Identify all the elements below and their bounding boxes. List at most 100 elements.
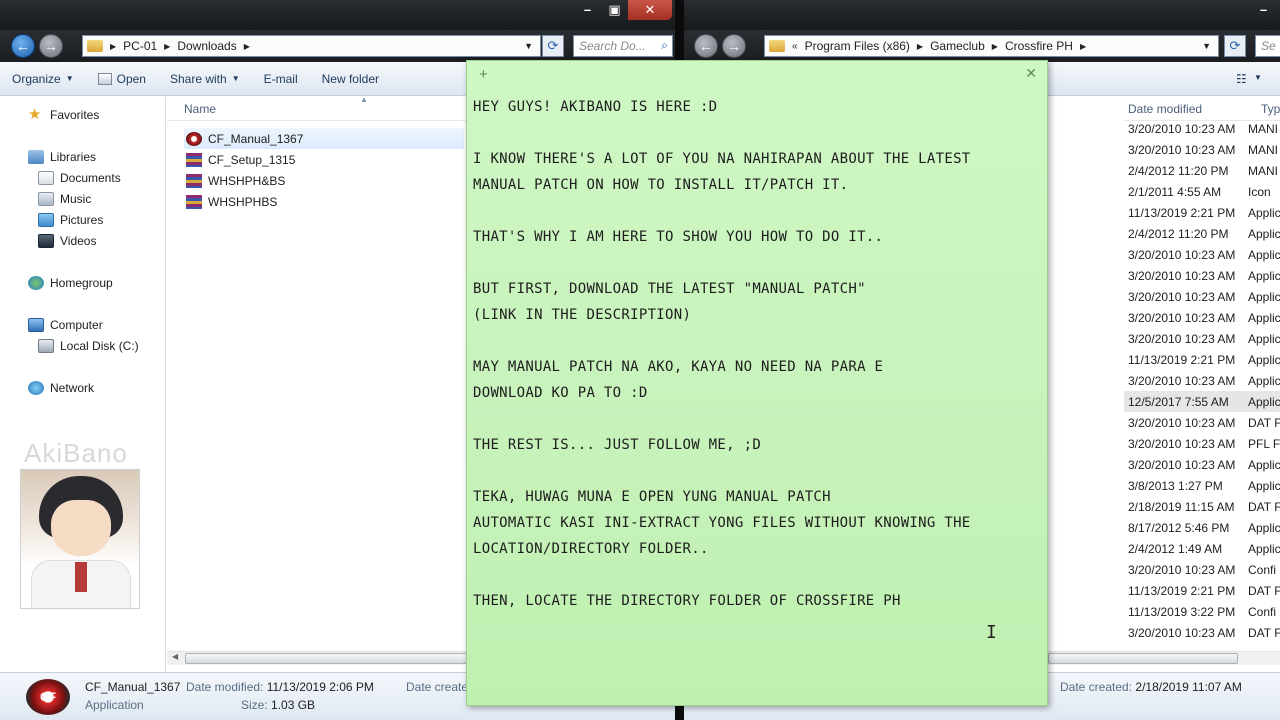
table-row[interactable]: 3/20/2010 10:23 AM Applic xyxy=(1124,244,1280,265)
minimize-icon[interactable]: – xyxy=(574,0,601,20)
table-row[interactable]: 2/4/2012 1:49 AM Applic xyxy=(1124,538,1280,559)
table-row[interactable]: 3/20/2010 10:23 AM Applic xyxy=(1124,454,1280,475)
back-button[interactable]: ← xyxy=(694,34,718,58)
caption-buttons: – xyxy=(1250,0,1277,20)
scroll-left-icon[interactable]: ◀ xyxy=(172,652,178,661)
minimize-icon[interactable]: – xyxy=(1250,0,1277,20)
organize-button[interactable]: Organize ▼ xyxy=(0,72,86,86)
email-button[interactable]: E-mail xyxy=(252,72,310,86)
nav-favorites[interactable]: ★ Favorites xyxy=(28,107,99,122)
table-row[interactable]: 3/20/2010 10:23 AM Applic xyxy=(1124,370,1280,391)
date-modified-cell: 2/4/2012 11:20 PM xyxy=(1128,226,1229,241)
avatar-face xyxy=(51,500,111,556)
breadcrumb-program-files[interactable]: Program Files (x86) xyxy=(805,39,910,53)
open-button[interactable]: Open xyxy=(86,72,158,86)
forward-button[interactable]: → xyxy=(722,34,746,58)
table-row[interactable]: 2/1/2011 4:55 AM Icon xyxy=(1124,181,1280,202)
forward-button[interactable]: → xyxy=(39,34,63,58)
refresh-button[interactable]: ⟳ xyxy=(542,35,564,57)
nav-pictures[interactable]: Pictures xyxy=(38,213,103,227)
breadcrumb-crossfire[interactable]: Crossfire PH xyxy=(1005,39,1073,53)
column-header-name[interactable]: Name xyxy=(167,102,216,116)
table-row[interactable]: 3/20/2010 10:23 AM Applic xyxy=(1124,307,1280,328)
column-header-date[interactable]: Date modified xyxy=(1128,102,1202,116)
table-row[interactable]: 2/18/2019 11:15 AM DAT F xyxy=(1124,496,1280,517)
list-item[interactable]: WHSHPH&BS xyxy=(184,170,464,191)
list-item[interactable]: CF_Setup_1315 xyxy=(184,149,464,170)
type-cell: Applic xyxy=(1248,268,1280,283)
address-bar[interactable]: ▶ PC-01 ▶ Downloads ▶ ▼ xyxy=(82,35,541,57)
caret-down-icon[interactable]: ▼ xyxy=(1254,73,1262,82)
nav-computer[interactable]: Computer xyxy=(28,318,103,332)
sticky-note[interactable]: + ✕ HEY GUYS! AKIBANO IS HERE :D I KNOW T… xyxy=(466,60,1048,706)
email-label: E-mail xyxy=(263,71,298,86)
winrar-archive-icon xyxy=(186,152,202,167)
table-row[interactable]: 11/13/2019 3:22 PM Confi xyxy=(1124,601,1280,622)
nav-music[interactable]: Music xyxy=(38,192,91,206)
table-row[interactable]: 3/20/2010 10:23 AM Applic xyxy=(1124,265,1280,286)
share-with-button[interactable]: Share with ▼ xyxy=(158,72,252,86)
chevron-down-icon[interactable]: ▼ xyxy=(524,41,533,51)
horizontal-scrollbar[interactable]: ◀ xyxy=(167,651,467,665)
nav-libraries[interactable]: Libraries xyxy=(28,150,96,164)
note-line xyxy=(473,328,1043,354)
table-row[interactable]: 11/13/2019 2:21 PM Applic xyxy=(1124,349,1280,370)
table-row[interactable]: 3/20/2010 10:23 AM Applic xyxy=(1124,328,1280,349)
table-row[interactable]: 3/20/2010 10:23 AM DAT F xyxy=(1124,412,1280,433)
table-row[interactable]: 12/5/2017 7:55 AM Applic xyxy=(1124,391,1280,412)
table-row[interactable]: 3/8/2013 1:27 PM Applic xyxy=(1124,475,1280,496)
view-options-icon[interactable]: ☷ xyxy=(1236,72,1247,86)
sticky-note-header: + ✕ xyxy=(467,61,1047,87)
list-item[interactable]: CF_Manual_1367 xyxy=(184,128,464,149)
breadcrumb-gameclub[interactable]: Gameclub xyxy=(930,39,985,53)
note-line xyxy=(473,250,1043,276)
chevron-down-icon[interactable]: ▼ xyxy=(1202,41,1211,51)
table-row[interactable]: 2/4/2012 11:20 PM MANI xyxy=(1124,160,1280,181)
horizontal-scrollbar[interactable] xyxy=(1048,651,1280,665)
close-icon[interactable]: ✕ xyxy=(1025,65,1037,82)
maximize-icon[interactable]: ▣ xyxy=(601,0,628,20)
scrollbar-thumb[interactable] xyxy=(185,653,467,664)
nav-label: Computer xyxy=(50,318,103,332)
disk-icon xyxy=(38,339,54,353)
table-row[interactable]: 3/20/2010 10:23 AM MANI xyxy=(1124,118,1280,139)
search-input[interactable]: Se xyxy=(1255,35,1280,57)
column-header-type[interactable]: Type xyxy=(1261,102,1280,116)
table-row[interactable]: 3/20/2010 10:23 AM MANI xyxy=(1124,139,1280,160)
add-note-icon[interactable]: + xyxy=(479,66,488,83)
homegroup-icon xyxy=(28,276,44,290)
table-row[interactable]: 11/13/2019 2:21 PM Applic xyxy=(1124,202,1280,223)
search-input[interactable]: Search Do... ⌕ xyxy=(573,35,673,57)
close-icon[interactable]: ✕ xyxy=(628,0,672,20)
nav-videos[interactable]: Videos xyxy=(38,234,96,248)
table-row[interactable]: 3/20/2010 10:23 AM DAT F xyxy=(1124,622,1280,643)
table-row[interactable]: 11/13/2019 2:21 PM DAT F xyxy=(1124,580,1280,601)
breadcrumb-pc[interactable]: PC-01 xyxy=(123,39,157,53)
details-file-type: Application xyxy=(85,698,144,712)
breadcrumb-downloads[interactable]: Downloads xyxy=(177,39,236,53)
type-cell: Applic xyxy=(1248,289,1280,304)
new-folder-button[interactable]: New folder xyxy=(310,72,391,86)
note-line: AUTOMATIC KASI INI-EXTRACT YONG FILES WI… xyxy=(473,515,971,531)
date-modified-cell: 3/20/2010 10:23 AM xyxy=(1128,268,1236,283)
table-row[interactable]: 3/20/2010 10:23 AM Applic xyxy=(1124,286,1280,307)
refresh-button[interactable]: ⟳ xyxy=(1224,35,1246,57)
nav-local-disk[interactable]: Local Disk (C:) xyxy=(38,339,139,353)
type-cell: Applic xyxy=(1248,373,1280,388)
type-cell: DAT F xyxy=(1248,415,1280,430)
scrollbar-thumb[interactable] xyxy=(1048,653,1238,664)
list-item[interactable]: WHSHPHBS xyxy=(184,191,464,212)
type-cell: Applic xyxy=(1248,478,1280,493)
sticky-note-text[interactable]: HEY GUYS! AKIBANO IS HERE :D I KNOW THERE… xyxy=(473,94,1043,614)
address-bar[interactable]: « Program Files (x86) ▶ Gameclub ▶ Cross… xyxy=(764,35,1219,57)
nav-documents[interactable]: Documents xyxy=(38,171,121,185)
details-file-name: CF_Manual_1367 xyxy=(85,680,181,694)
table-row[interactable]: 3/20/2010 10:23 AM PFL Fil xyxy=(1124,433,1280,454)
table-row[interactable]: 8/17/2012 5:46 PM Applic xyxy=(1124,517,1280,538)
nav-network[interactable]: Network xyxy=(28,381,94,395)
back-button[interactable]: ← xyxy=(11,34,35,58)
table-row[interactable]: 3/20/2010 10:23 AM Confi xyxy=(1124,559,1280,580)
table-row[interactable]: 2/4/2012 11:20 PM Applic xyxy=(1124,223,1280,244)
date-modified-cell: 11/13/2019 2:21 PM xyxy=(1128,352,1236,367)
nav-homegroup[interactable]: Homegroup xyxy=(28,276,113,290)
